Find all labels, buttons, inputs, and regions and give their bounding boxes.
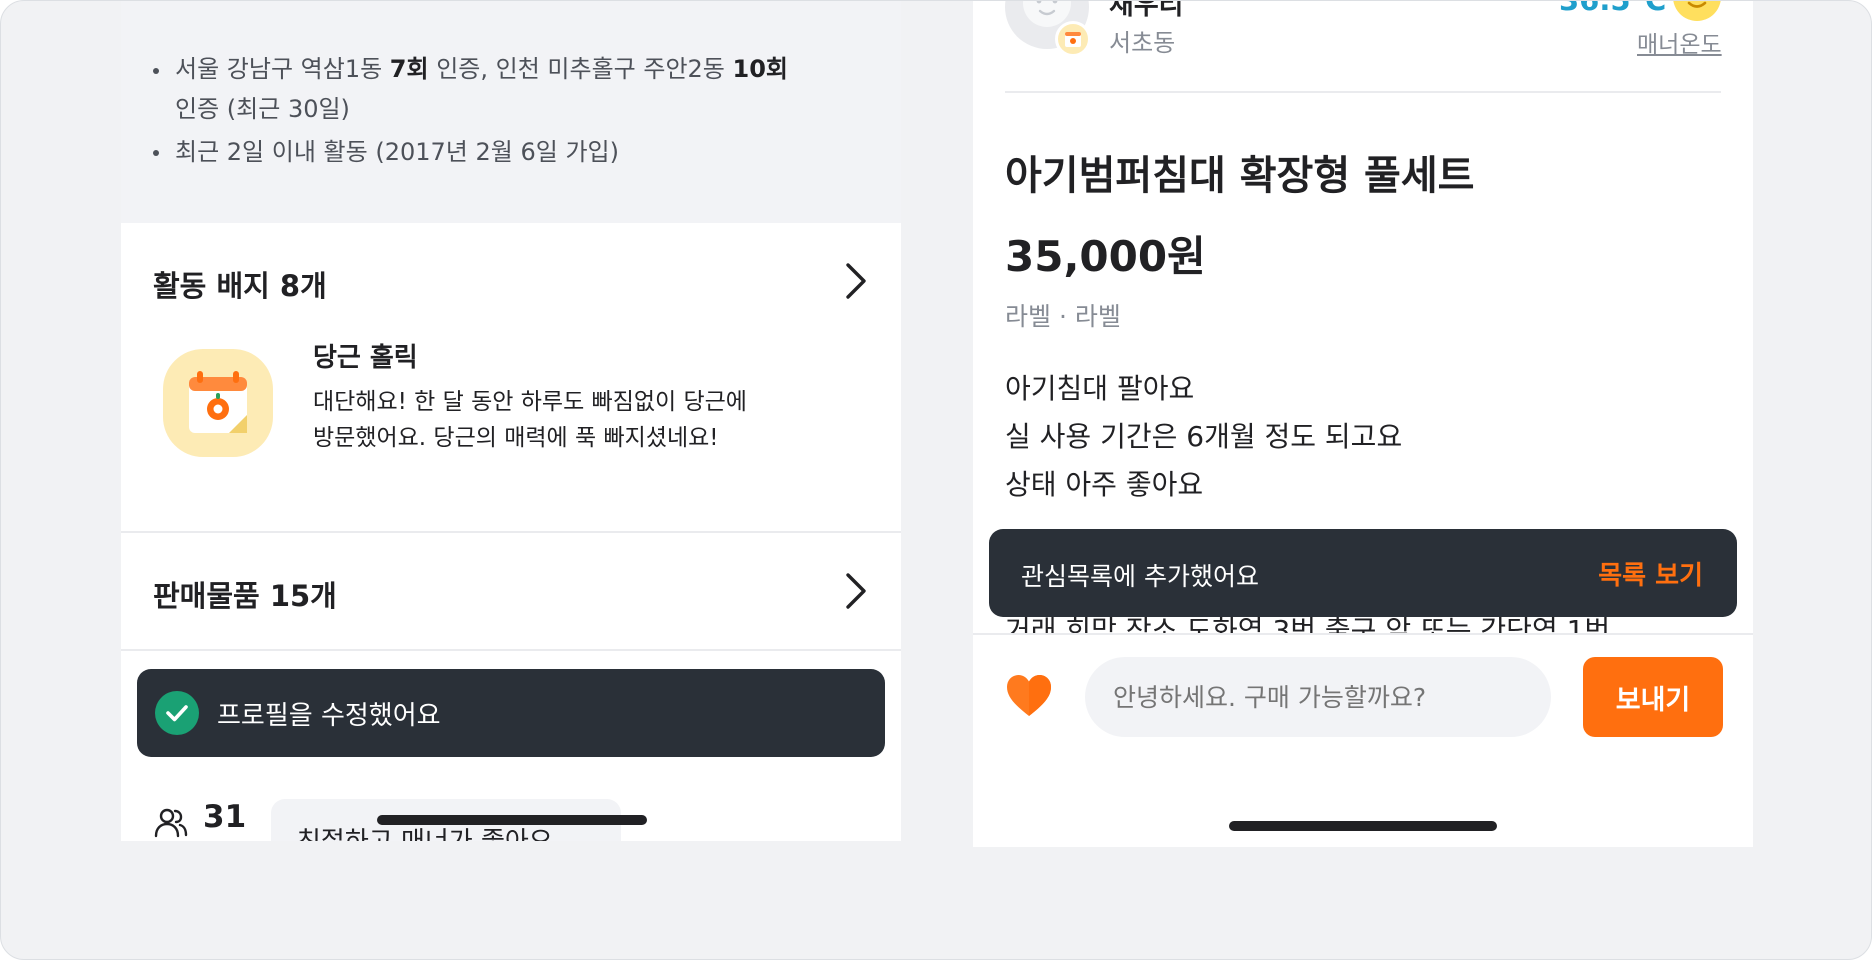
badge-image <box>163 349 273 457</box>
chat-bar: 보내기 <box>973 633 1753 847</box>
description-line: 아기침대 팔아요 <box>1005 372 1195 405</box>
send-button[interactable]: 보내기 <box>1583 657 1723 737</box>
profile-screen: 서울 강남구 역삼1동 7회 인증, 인천 미추홀구 주안2동 10회 인증 (… <box>121 1 901 841</box>
toast-message: 관심목록에 추가했어요 <box>1021 562 1259 591</box>
heart-icon[interactable] <box>1005 673 1053 719</box>
sales-title: 판매물품 15개 <box>153 579 337 613</box>
calendar-badge-icon <box>189 371 247 433</box>
home-indicator[interactable] <box>1229 821 1497 831</box>
badges-title: 활동 배지 8개 <box>153 269 327 303</box>
profile-updated-toast: 프로필을 수정했어요 <box>137 669 885 757</box>
seller-name: 새우리 <box>1109 1 1184 21</box>
home-indicator[interactable] <box>377 815 647 825</box>
smile-icon <box>1687 1 1707 8</box>
auth-info-box: 서울 강남구 역삼1동 7회 인증, 인천 미추홀구 주안2동 10회 인증 (… <box>121 1 901 223</box>
description-line: 상태 아주 좋아요 <box>1005 468 1204 501</box>
badge-desc-line: 방문했어요. 당근의 매력에 푹 빠지셨네요! <box>313 425 719 451</box>
auth-line-2: 인증 (최근 30일) <box>175 95 350 123</box>
badge-desc-line: 대단해요! 한 달 동안 하루도 빠짐없이 당근에 <box>313 389 747 415</box>
manner-temperature-link[interactable]: 매너온도 <box>1637 25 1722 59</box>
people-icon <box>154 808 188 838</box>
badge-name: 당근 홀릭 <box>313 343 418 373</box>
product-price: 35,000원 <box>1005 232 1206 281</box>
manner-temperature: 36.5°C <box>1559 1 1666 17</box>
chat-input[interactable] <box>1085 657 1551 737</box>
review-count: 31 <box>203 799 247 835</box>
success-check-badge <box>155 691 199 735</box>
wishlist-toast: 관심목록에 추가했어요 목록 보기 <box>989 529 1737 617</box>
bullet <box>153 68 159 74</box>
chevron-right-icon <box>846 573 866 609</box>
smile-face-icon <box>1673 1 1721 21</box>
badge-description: 대단해요! 한 달 동안 하루도 빠짐없이 당근에 방문했어요. 당근의 매력에… <box>313 384 793 456</box>
activity-line: 최근 2일 이내 활동 (2017년 2월 6일 가입) <box>175 138 619 166</box>
divider <box>121 649 901 651</box>
seller-location: 서초동 <box>1109 29 1176 57</box>
avatar-badge <box>1055 21 1091 57</box>
description-line: 실 사용 기간은 6개월 정도 되고요 <box>1005 420 1403 453</box>
divider <box>121 531 901 533</box>
check-icon <box>166 705 188 722</box>
divider <box>1005 91 1721 93</box>
product-labels: 라벨 · 라벨 <box>1005 302 1121 331</box>
auth-line-1: 서울 강남구 역삼1동 7회 인증, 인천 미추홀구 주안2동 10회 <box>175 55 788 83</box>
product-screen: 새우리 서초동 36.5°C 매너온도 아기범퍼침대 확장형 풀세트 35,00… <box>973 1 1753 847</box>
chevron-right-icon <box>846 263 866 299</box>
toast-message: 프로필을 수정했어요 <box>217 701 441 731</box>
calendar-badge-icon <box>1065 32 1081 47</box>
view-wishlist-button[interactable]: 목록 보기 <box>1598 555 1703 592</box>
bullet <box>153 150 159 156</box>
product-title: 아기범퍼침대 확장형 풀세트 <box>1005 153 1475 199</box>
screen-frame: 서울 강남구 역삼1동 7회 인증, 인천 미추홀구 주안2동 10회 인증 (… <box>0 0 1872 960</box>
